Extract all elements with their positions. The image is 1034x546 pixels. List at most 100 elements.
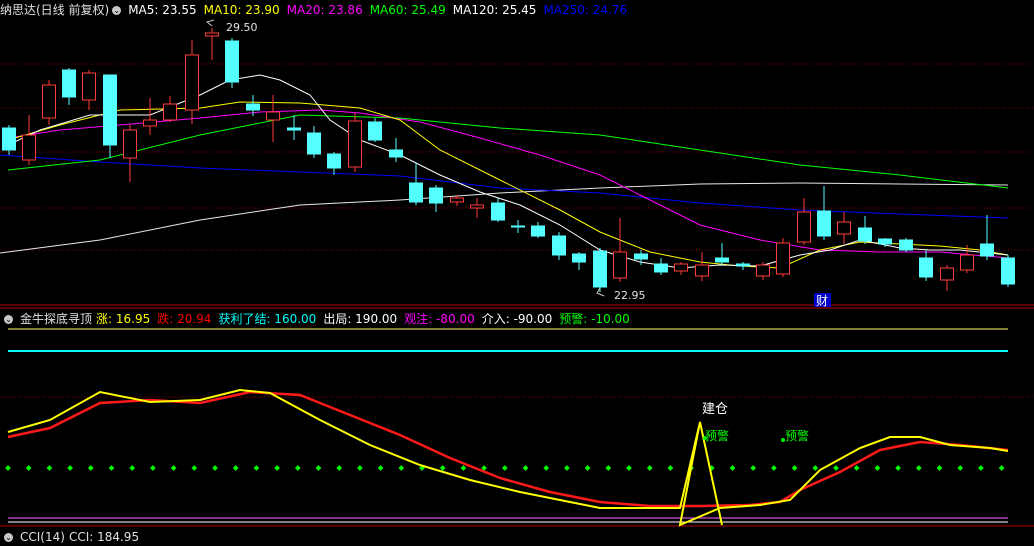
candle[interactable] — [409, 163, 423, 205]
candle[interactable] — [491, 198, 505, 222]
candle[interactable] — [1001, 255, 1015, 287]
candle[interactable] — [858, 216, 872, 244]
main-chart-header: 纳思达(日线 前复权) ⌄ MA5: 23.55 MA10: 23.90 MA20: 2… — [0, 1, 634, 19]
low-label: 22.95 — [614, 289, 646, 302]
candle[interactable] — [368, 118, 382, 142]
candle-body — [736, 263, 750, 267]
warning-dot — [439, 465, 446, 471]
candle[interactable] — [123, 125, 137, 182]
candle[interactable] — [919, 250, 933, 281]
ma120-label: MA120: 25.45 — [452, 3, 537, 17]
cci-header: ⌄ CCI(14) CCI: 184.95 — [0, 528, 146, 546]
candle-body — [980, 243, 994, 257]
candle[interactable] — [511, 220, 525, 233]
candle[interactable] — [593, 248, 607, 292]
warning-dot — [626, 465, 632, 471]
candle[interactable] — [654, 258, 668, 275]
candle-body — [674, 263, 688, 272]
indicator-title: 金牛探底寻顶 — [20, 312, 93, 326]
candle-body — [389, 149, 403, 158]
candle[interactable] — [327, 152, 341, 175]
candle[interactable] — [389, 138, 403, 162]
candle[interactable] — [22, 115, 36, 165]
candle-body — [82, 72, 96, 101]
candle[interactable] — [185, 40, 199, 124]
warning-dot — [771, 465, 777, 471]
candle[interactable] — [756, 262, 770, 280]
build-signal-label: 建仓 — [702, 402, 728, 417]
cci-title: CCI(14) — [20, 530, 65, 544]
param-exit: 出局: 190.00 — [323, 312, 398, 326]
candle-body — [22, 134, 36, 161]
candle-body — [940, 267, 954, 281]
warning-dot — [915, 465, 922, 471]
candle[interactable] — [674, 262, 688, 275]
candle[interactable] — [940, 265, 954, 291]
warning-dot — [398, 465, 405, 471]
candle-body — [511, 225, 525, 228]
candle[interactable] — [531, 222, 545, 238]
chevron-down-icon[interactable]: ⌄ — [4, 315, 13, 324]
candle-body — [858, 227, 872, 242]
ma60-label: MA60: 25.49 — [369, 3, 446, 17]
high-label: 29.50 — [226, 21, 258, 34]
candle[interactable] — [429, 185, 443, 212]
warning-dot — [108, 465, 115, 471]
candle[interactable] — [776, 238, 790, 277]
candle[interactable] — [817, 186, 831, 240]
warning-dot — [460, 465, 467, 471]
warning-dot — [729, 465, 736, 471]
candle-body — [654, 263, 668, 273]
candle-body — [470, 204, 484, 209]
candle[interactable] — [103, 74, 117, 158]
candle-body — [103, 74, 117, 146]
warning-dot — [150, 465, 156, 471]
candle[interactable] — [42, 80, 56, 125]
param-fall: 跌: 20.94 — [157, 312, 212, 326]
candle[interactable] — [225, 38, 239, 88]
candle[interactable] — [287, 115, 301, 140]
candle[interactable] — [715, 243, 729, 265]
candle[interactable] — [307, 126, 321, 158]
warning-dot — [874, 465, 881, 471]
candle-body — [163, 103, 177, 121]
candlestick-series[interactable] — [2, 28, 1015, 292]
candle[interactable] — [695, 252, 709, 281]
warning-dot — [191, 465, 198, 471]
candle[interactable] — [837, 212, 851, 244]
warning-signal-label: 预警 — [785, 428, 809, 443]
chevron-down-icon[interactable]: ⌄ — [112, 6, 122, 15]
candle-body — [491, 202, 505, 221]
candle-body — [2, 127, 16, 151]
candle-body — [817, 210, 831, 237]
candle[interactable] — [205, 28, 219, 60]
candle-body — [1001, 257, 1015, 285]
ma10-label: MA10: 23.90 — [203, 3, 280, 17]
candle-body — [531, 225, 545, 237]
candle[interactable] — [470, 198, 484, 218]
candle[interactable] — [899, 238, 913, 252]
candle[interactable] — [82, 70, 96, 110]
candle[interactable] — [552, 232, 566, 260]
candle[interactable] — [62, 68, 76, 105]
candle[interactable] — [2, 125, 16, 155]
high-marker — [205, 19, 215, 27]
warning-dot — [750, 465, 757, 471]
ma20-label: MA20: 23.86 — [286, 3, 363, 17]
event-badge-label: 财 — [816, 294, 828, 308]
candle-body — [776, 242, 790, 275]
candle-body — [327, 153, 341, 169]
candle[interactable] — [980, 215, 994, 260]
candle-body — [837, 221, 851, 235]
warning-dot — [667, 465, 674, 471]
warning-dot — [833, 465, 839, 471]
candle-body — [62, 69, 76, 98]
rise-line — [7, 388, 1009, 527]
candle[interactable] — [736, 262, 750, 270]
candle[interactable] — [163, 96, 177, 122]
candle[interactable] — [572, 252, 586, 270]
candle[interactable] — [143, 98, 157, 135]
candle-body — [368, 121, 382, 141]
candle[interactable] — [797, 198, 811, 245]
candle[interactable] — [348, 113, 362, 172]
